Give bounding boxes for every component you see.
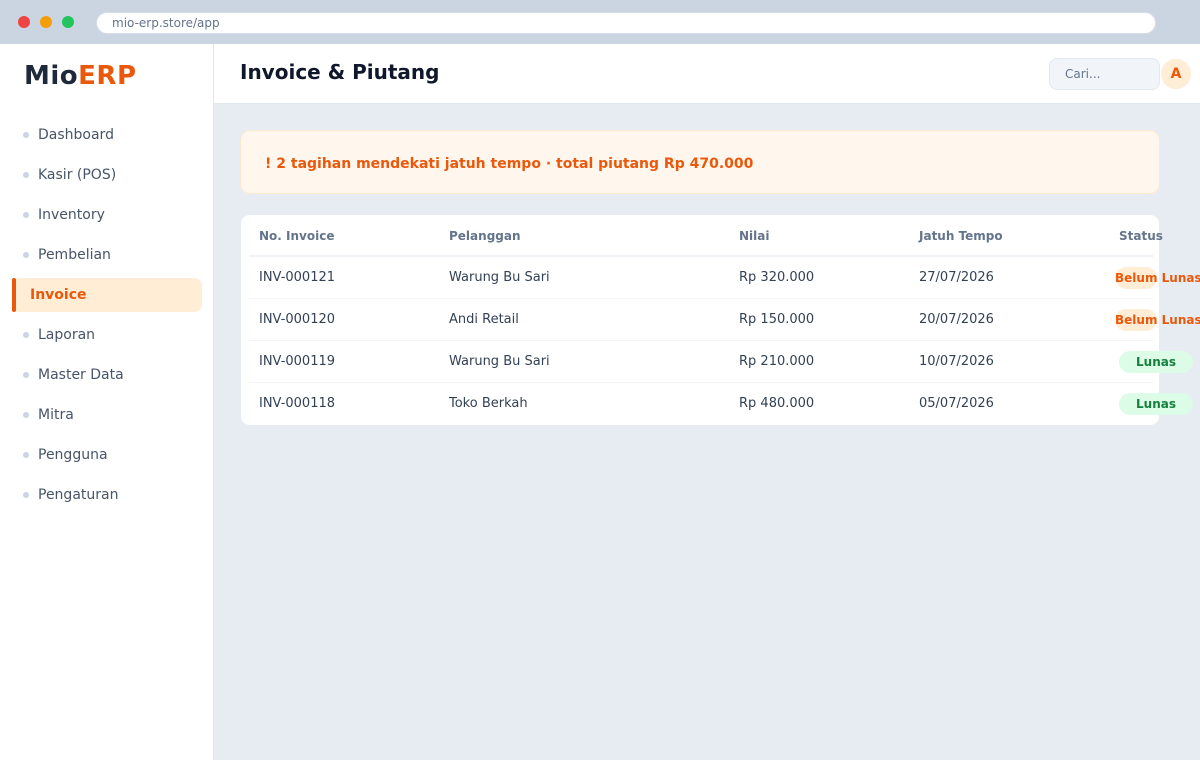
bullet-icon <box>23 492 29 498</box>
avatar[interactable]: A <box>1161 59 1191 89</box>
alert-text: ! 2 tagihan mendekati jatuh tempo · tota… <box>265 156 754 172</box>
customer-name: Toko Berkah <box>449 396 528 411</box>
due-alert-banner: ! 2 tagihan mendekati jatuh tempo · tota… <box>240 130 1160 194</box>
status-badge: Belum Lunas <box>1115 267 1200 289</box>
sidebar-item-label: Dashboard <box>38 127 114 143</box>
sidebar-item-inventory[interactable]: Inventory <box>12 198 202 232</box>
sidebar-item-label: Master Data <box>38 367 124 383</box>
sidebar-item-label: Invoice <box>30 287 87 303</box>
due-date: 05/07/2026 <box>919 396 994 411</box>
invoice-number: INV-000119 <box>259 354 336 369</box>
invoice-amount: Rp 480.000 <box>739 396 815 411</box>
status-badge: Belum Lunas <box>1115 309 1200 331</box>
sidebar-item-label: Kasir (POS) <box>38 167 117 183</box>
top-bar: Invoice & Piutang A <box>214 44 1200 104</box>
sidebar: MioERP Dashboard Kasir (POS) Inventory P… <box>0 44 214 760</box>
logo-primary: Mio <box>24 61 79 91</box>
customer-name: Warung Bu Sari <box>449 270 550 285</box>
invoice-number: INV-000120 <box>259 312 336 327</box>
sidebar-item-label: Mitra <box>38 407 74 423</box>
sidebar-item-label: Pengaturan <box>38 487 119 503</box>
table-row[interactable]: INV-000121 Warung Bu Sari Rp 320.000 27/… <box>249 257 1200 299</box>
column-header-due-date[interactable]: Jatuh Tempo <box>919 215 1003 257</box>
browser-bar: mio-erp.store/app <box>0 0 1200 44</box>
due-date: 10/07/2026 <box>919 354 994 369</box>
bullet-icon <box>23 412 29 418</box>
sidebar-item-dashboard[interactable]: Dashboard <box>12 118 202 152</box>
column-header-status[interactable]: Status <box>1119 215 1163 257</box>
logo-accent: ERP <box>78 61 137 91</box>
sidebar-item-mitra[interactable]: Mitra <box>12 398 202 432</box>
sidebar-item-invoice[interactable]: Invoice <box>12 278 202 312</box>
invoice-amount: Rp 210.000 <box>739 354 815 369</box>
status-label: Belum Lunas <box>1115 271 1200 285</box>
close-window-icon[interactable] <box>18 16 30 28</box>
bullet-icon <box>23 372 29 378</box>
app-logo[interactable]: MioERP <box>24 61 137 91</box>
address-bar[interactable]: mio-erp.store/app <box>96 12 1156 34</box>
invoice-number: INV-000118 <box>259 396 336 411</box>
column-header-invoice[interactable]: No. Invoice <box>259 215 334 257</box>
due-date: 20/07/2026 <box>919 312 994 327</box>
sidebar-item-label: Pembelian <box>38 247 111 263</box>
bullet-icon <box>23 332 29 338</box>
customer-name: Warung Bu Sari <box>449 354 550 369</box>
customer-name: Andi Retail <box>449 312 519 327</box>
bullet-icon <box>23 212 29 218</box>
column-header-customer[interactable]: Pelanggan <box>449 215 521 257</box>
status-badge: Lunas <box>1119 393 1193 415</box>
invoice-table: No. Invoice Pelanggan Nilai Jatuh Tempo … <box>240 214 1200 426</box>
column-header-amount[interactable]: Nilai <box>739 215 769 257</box>
table-row[interactable]: INV-000118 Toko Berkah Rp 480.000 05/07/… <box>249 383 1193 425</box>
sidebar-item-label: Inventory <box>38 207 105 223</box>
sidebar-item-laporan[interactable]: Laporan <box>12 318 202 352</box>
sidebar-item-label: Laporan <box>38 327 96 343</box>
sidebar-item-label: Pengguna <box>38 447 108 463</box>
status-badge: Lunas <box>1119 351 1193 373</box>
page-title: Invoice & Piutang <box>240 60 440 84</box>
table-header: No. Invoice Pelanggan Nilai Jatuh Tempo … <box>249 215 1163 257</box>
bullet-icon <box>23 252 29 258</box>
minimize-window-icon[interactable] <box>40 16 52 28</box>
bullet-icon <box>23 452 29 458</box>
sidebar-item-kasir-pos[interactable]: Kasir (POS) <box>12 158 202 192</box>
sidebar-item-pengaturan[interactable]: Pengaturan <box>12 478 202 512</box>
status-label: Belum Lunas <box>1115 313 1200 327</box>
search-input[interactable] <box>1049 58 1160 90</box>
invoice-amount: Rp 150.000 <box>739 312 815 327</box>
bullet-icon <box>23 132 29 138</box>
sidebar-item-pengguna[interactable]: Pengguna <box>12 438 202 472</box>
invoice-amount: Rp 320.000 <box>739 270 815 285</box>
maximize-window-icon[interactable] <box>62 16 74 28</box>
table-row[interactable]: INV-000120 Andi Retail Rp 150.000 20/07/… <box>249 299 1200 341</box>
active-indicator <box>12 278 16 312</box>
due-date: 27/07/2026 <box>919 270 994 285</box>
bullet-icon <box>23 172 29 178</box>
sidebar-item-master-data[interactable]: Master Data <box>12 358 202 392</box>
table-row[interactable]: INV-000119 Warung Bu Sari Rp 210.000 10/… <box>249 341 1193 383</box>
invoice-number: INV-000121 <box>259 270 336 285</box>
sidebar-item-pembelian[interactable]: Pembelian <box>12 238 202 272</box>
